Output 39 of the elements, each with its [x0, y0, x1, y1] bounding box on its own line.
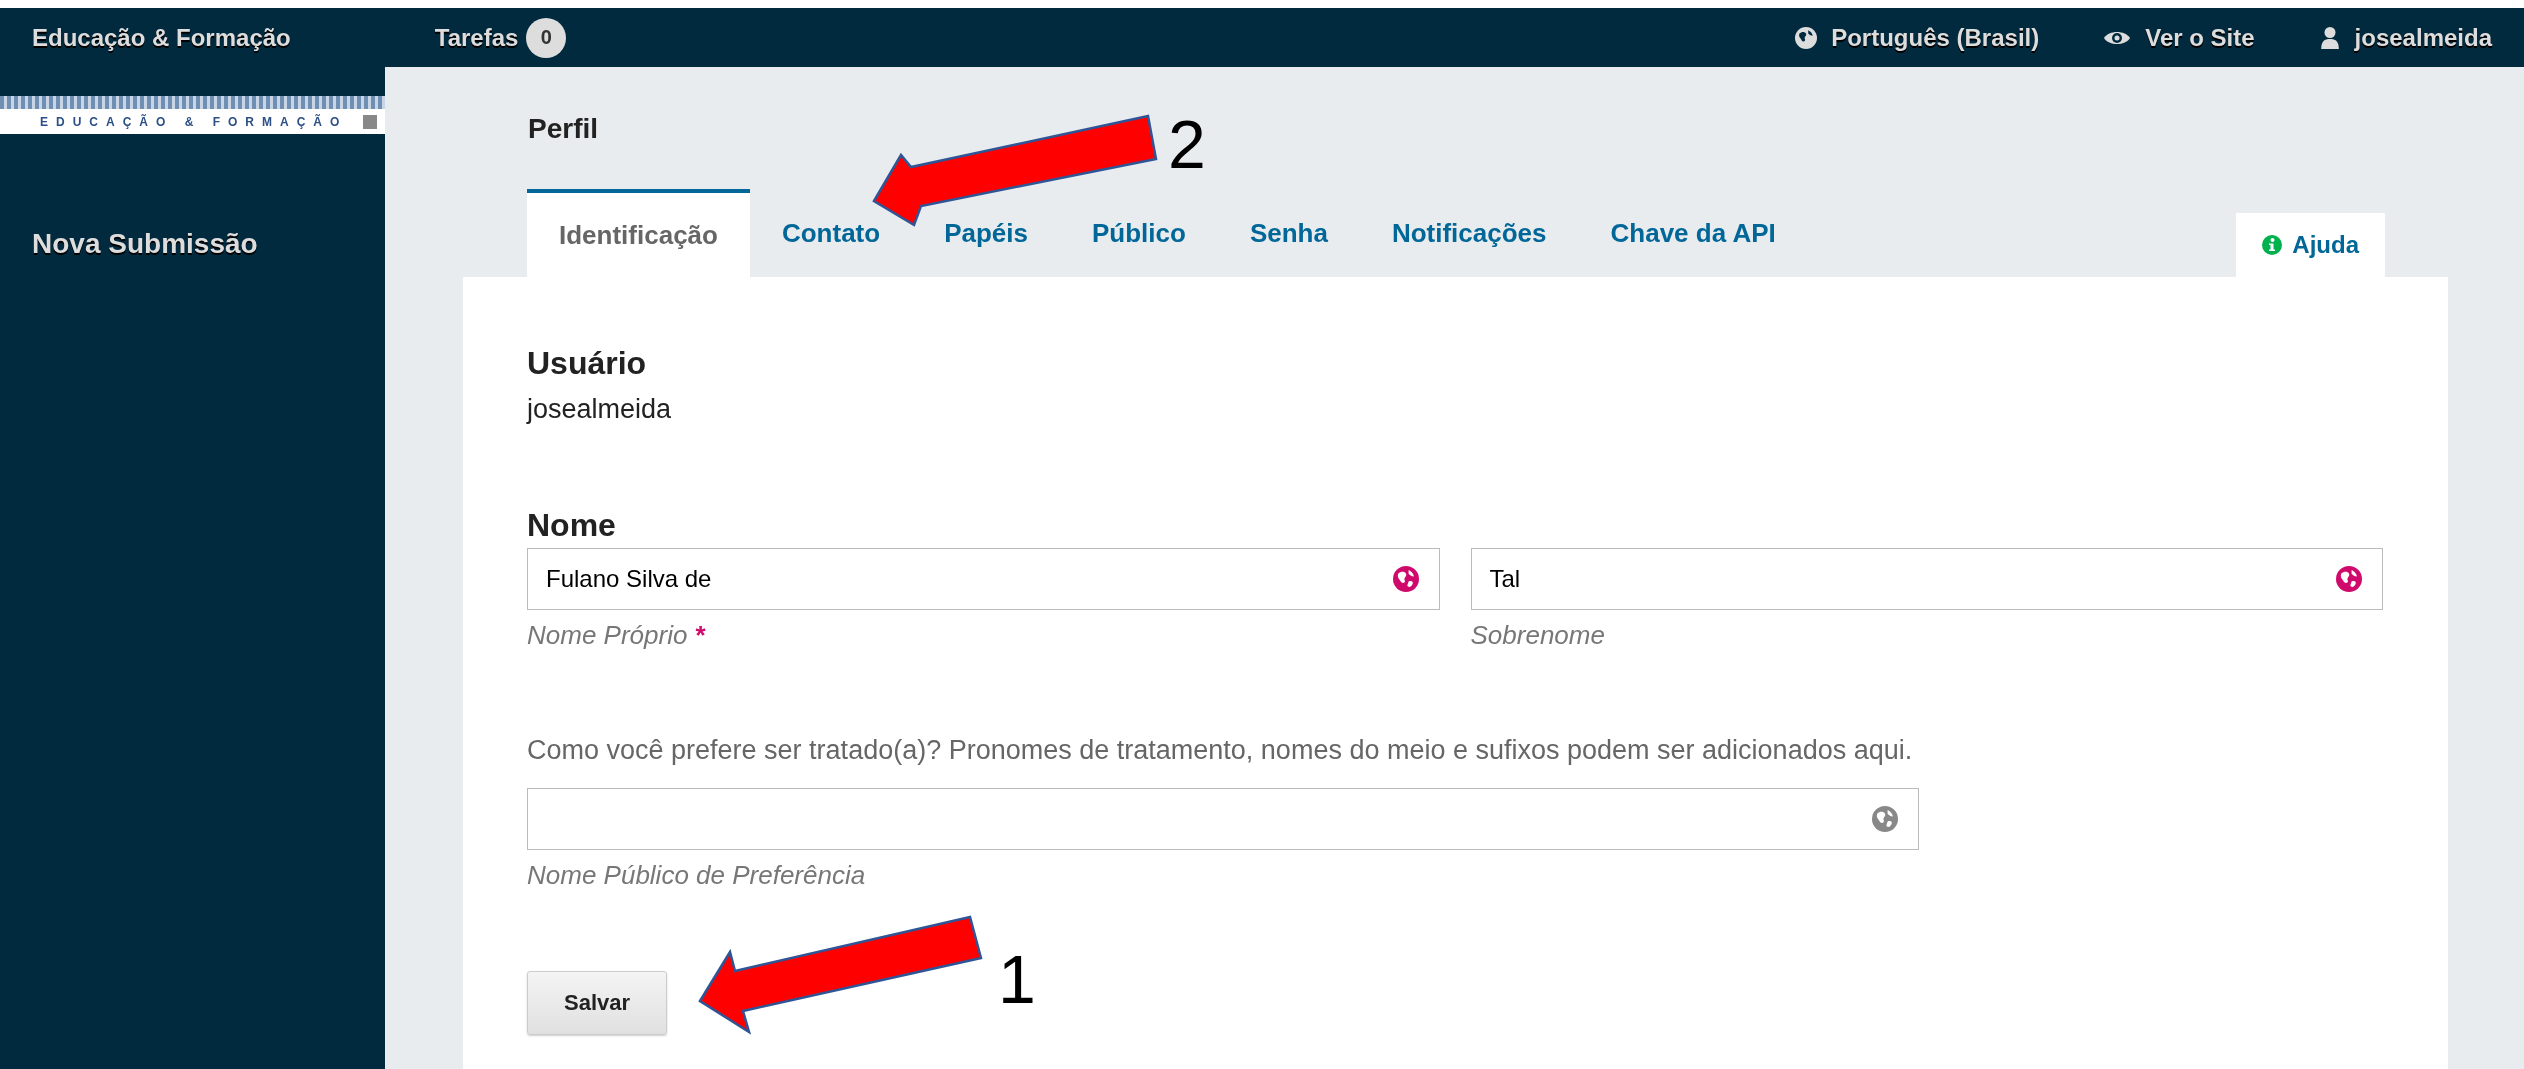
user-menu-link[interactable]: josealmeida	[2318, 23, 2492, 52]
logo-mark-icon	[363, 114, 377, 129]
tab[interactable]: Público	[1059, 205, 1218, 261]
journal-logo[interactable]: EDUCAÇÃO & FORMAÇÃO	[0, 96, 385, 134]
input-field[interactable]	[527, 788, 1919, 850]
tab[interactable]: Senha	[1217, 205, 1360, 261]
tasks-link[interactable]: Tarefas 0	[434, 17, 567, 58]
tab[interactable]: Contato	[749, 205, 913, 261]
site-title-link[interactable]: Educação & Formação	[32, 23, 291, 52]
input-field[interactable]: Tal	[1470, 548, 2383, 610]
annotation-number: 2	[1168, 110, 1206, 178]
input-field[interactable]: Fulano Silva de	[527, 548, 1440, 610]
user-icon	[2318, 26, 2341, 49]
task-count-badge: 0	[526, 17, 567, 58]
sidebar-item[interactable]: Nova Submissão	[32, 228, 385, 260]
username-value: josealmeida	[527, 394, 672, 425]
logo-text: EDUCAÇÃO & FORMAÇÃO	[40, 114, 349, 129]
help-tab[interactable]: Ajuda	[2236, 213, 2385, 277]
tab[interactable]: Papéis	[912, 205, 1060, 261]
language-link[interactable]: Português (Brasil)	[1795, 23, 2040, 52]
globe-icon[interactable]	[2336, 566, 2362, 592]
field-label: Usuário	[527, 345, 647, 382]
field-sublabel: Sobrenome	[1470, 620, 1605, 651]
globe-icon[interactable]	[1392, 566, 1419, 592]
required-mark: *	[695, 620, 706, 651]
field-sublabel: Nome Próprio	[527, 620, 688, 651]
tab[interactable]: Chave da API	[1578, 205, 1808, 261]
globe-icon	[1795, 26, 1818, 49]
info-icon	[2262, 235, 2283, 255]
field-sublabel: Nome Público de Preferência	[527, 860, 866, 891]
field-description: Como você prefere ser tratado(a)? Pronomes de tratamento, nomes do meio e sufixos podem ser adicionados aqui.	[527, 735, 1913, 766]
annotation-number: 1	[998, 945, 1036, 1013]
field-label: Nome	[527, 507, 616, 544]
tab[interactable]: Notificações	[1359, 205, 1579, 261]
save-button[interactable]: Salvar	[527, 971, 667, 1035]
tab[interactable]: Identificação	[527, 189, 750, 277]
page-title: Perfil	[528, 113, 599, 145]
globe-icon[interactable]	[1872, 806, 1898, 832]
view-site-link[interactable]: Ver o Site	[2103, 23, 2255, 52]
